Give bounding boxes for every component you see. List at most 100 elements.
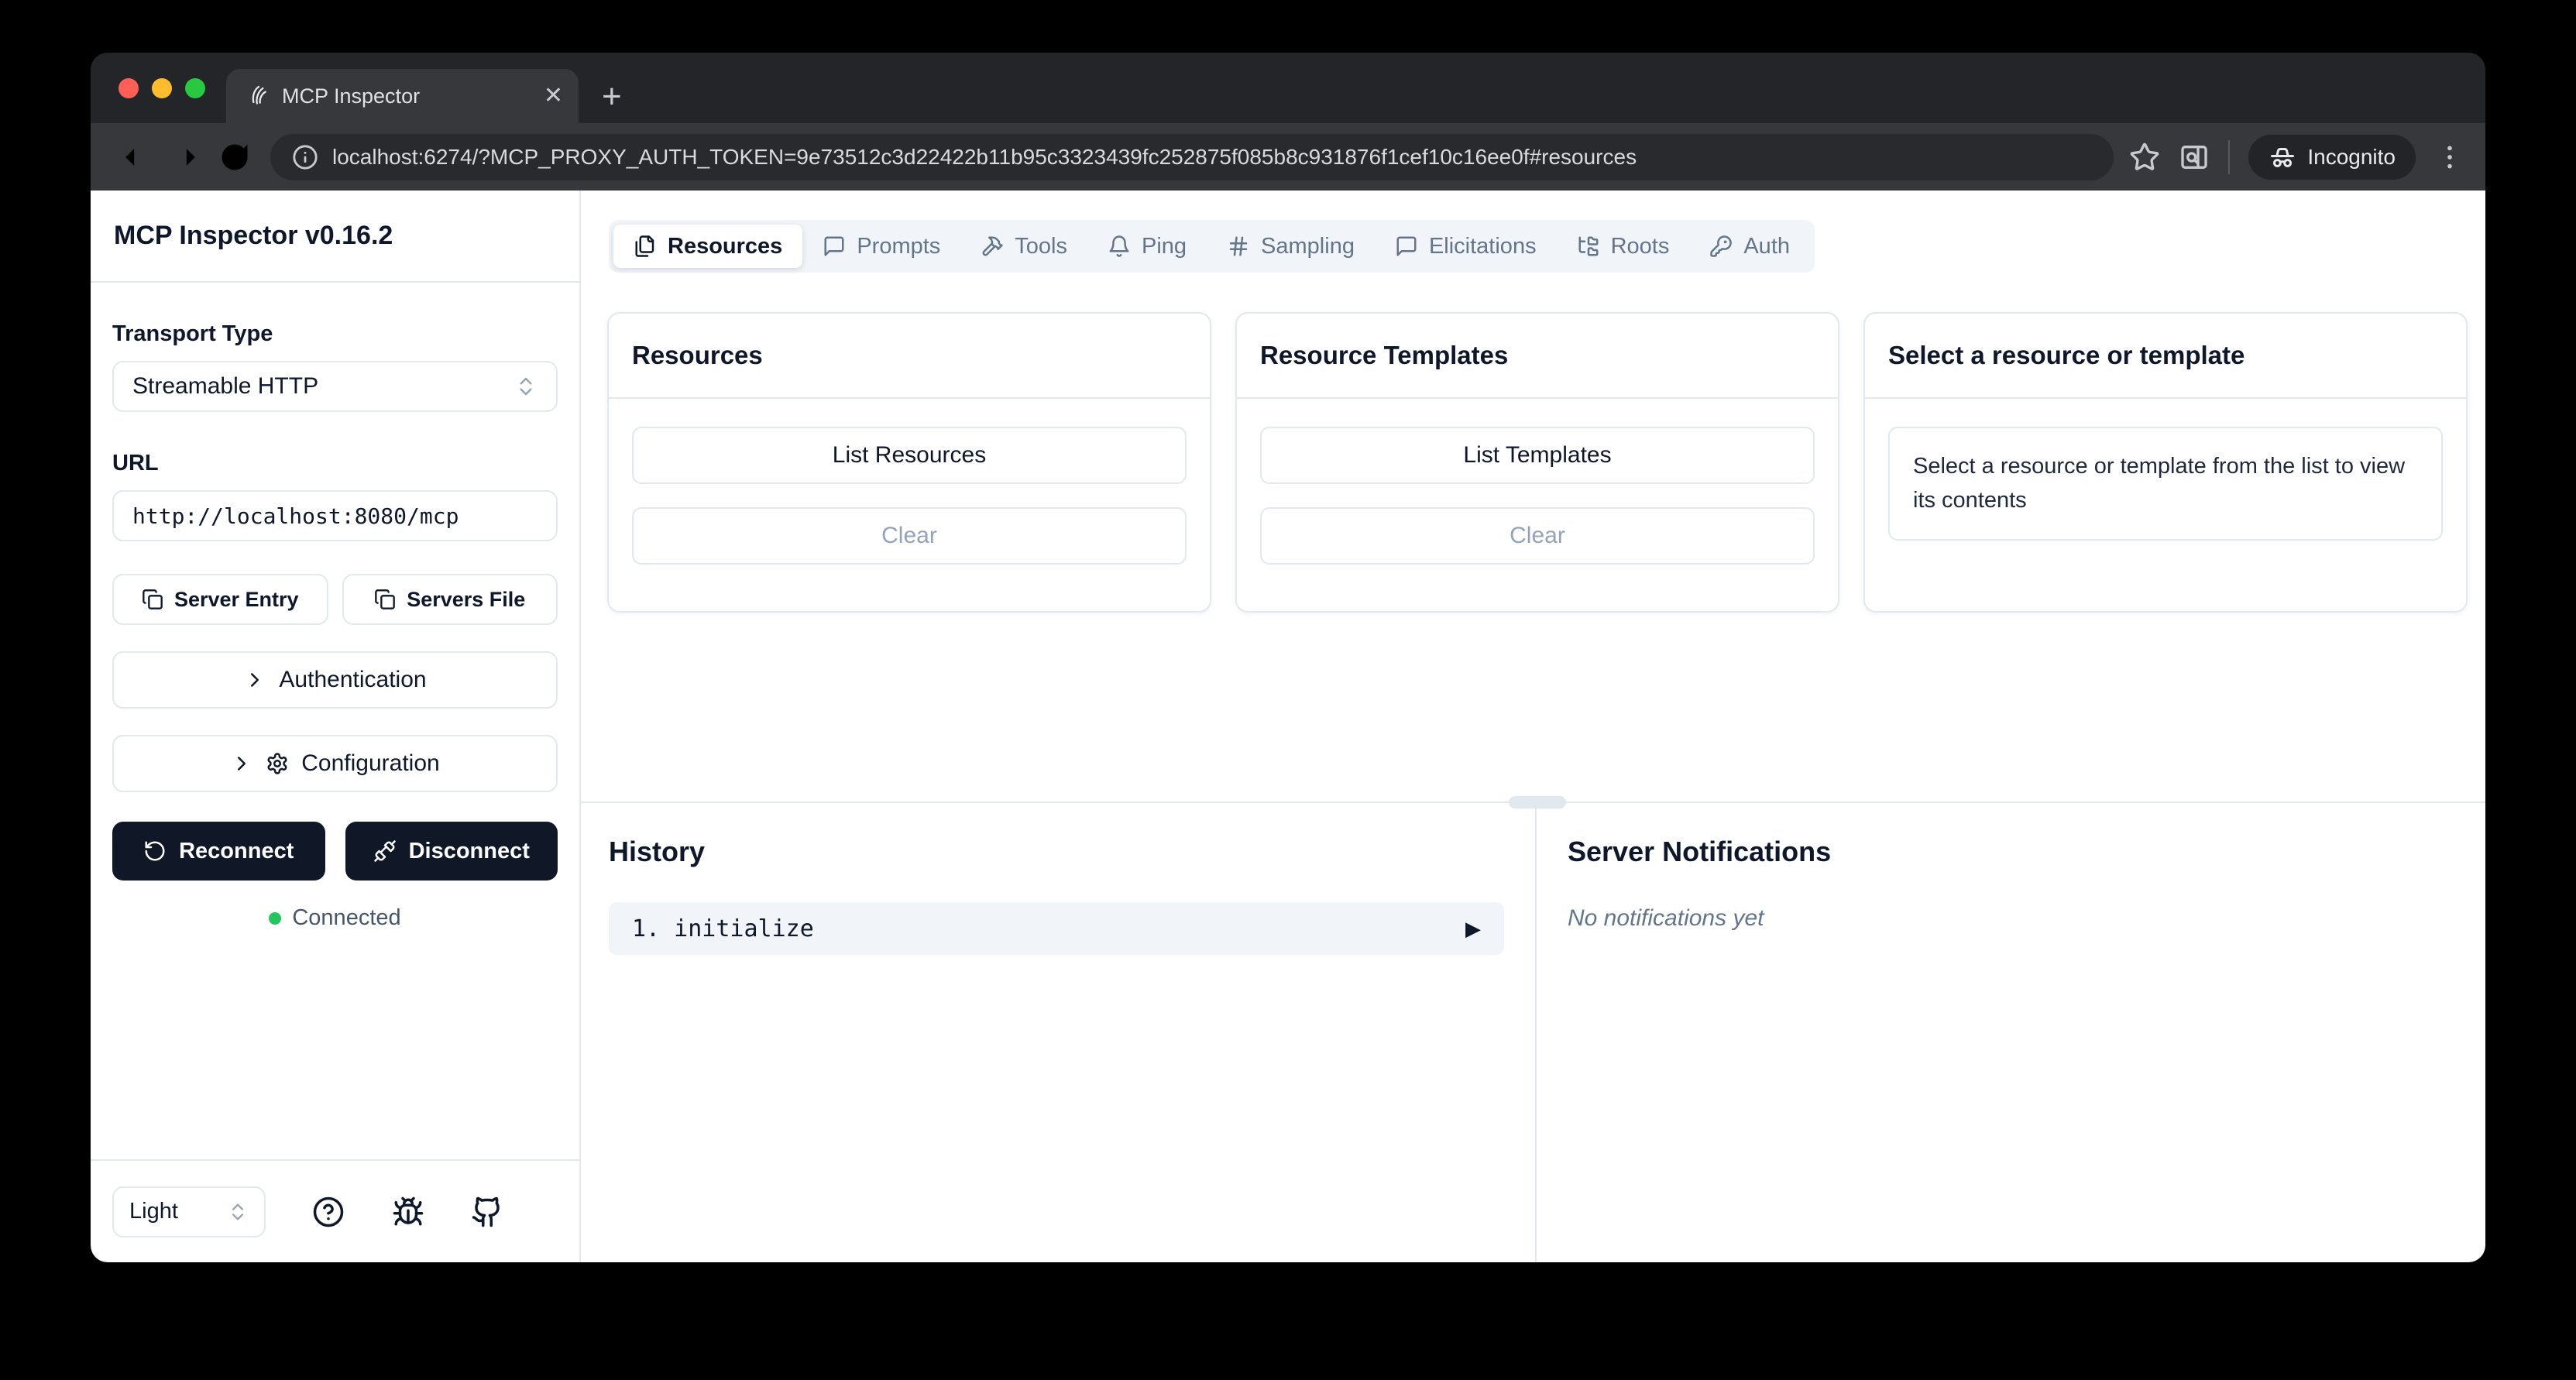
- window-controls: [118, 78, 205, 98]
- servers-file-label: Servers File: [407, 587, 526, 611]
- url-text: localhost:6274/?MCP_PROXY_AUTH_TOKEN=9e7…: [332, 144, 1637, 169]
- tab-sampling[interactable]: Sampling: [1207, 225, 1375, 268]
- help-icon[interactable]: [312, 1196, 345, 1228]
- resource-detail-placeholder: Select a resource or template from the l…: [1888, 427, 2443, 541]
- configuration-label: Configuration: [301, 750, 440, 776]
- mcp-favicon-icon: [252, 85, 266, 105]
- gear-icon: [267, 753, 287, 774]
- server-entry-button[interactable]: Server Entry: [112, 574, 328, 625]
- connection-buttons-row: Reconnect Disconnect: [112, 822, 558, 881]
- tab-auth[interactable]: Auth: [1689, 225, 1810, 268]
- site-info-icon[interactable]: [292, 144, 318, 170]
- history-title: History: [609, 836, 706, 867]
- transport-type-value: Streamable HTTP: [132, 373, 319, 399]
- tab-label: Resources: [668, 233, 783, 259]
- resource-detail-panel: Select a resource or template Select a r…: [1863, 312, 2468, 613]
- server-notifications-pane: Server Notifications No notifications ye…: [1537, 803, 2485, 1262]
- tab-label: Tools: [1015, 233, 1067, 259]
- chevron-right-icon: [238, 757, 246, 771]
- history-pane: History 1. initialize ▶: [581, 803, 1537, 1262]
- browser-tab[interactable]: MCP Inspector ✕: [226, 69, 579, 123]
- resource-templates-panel-title: Resource Templates: [1237, 314, 1838, 399]
- close-window-button[interactable]: [118, 78, 139, 98]
- history-item-text: 1. initialize: [632, 915, 814, 942]
- rotate-ccw-icon: [145, 841, 165, 861]
- tab-ping[interactable]: Ping: [1087, 225, 1207, 268]
- resources-panel: Resources List Resources Clear: [607, 312, 1211, 613]
- hammer-icon: [982, 236, 1004, 256]
- disconnect-button[interactable]: Disconnect: [345, 822, 558, 881]
- tab-label: Auth: [1743, 233, 1791, 259]
- reconnect-button[interactable]: Reconnect: [112, 822, 325, 881]
- expand-arrow-icon[interactable]: ▶: [1465, 917, 1481, 941]
- browser-toolbar: localhost:6274/?MCP_PROXY_AUTH_TOKEN=9e7…: [91, 123, 2485, 191]
- side-panel-search-icon[interactable]: [2179, 142, 2210, 173]
- reload-icon[interactable]: [218, 140, 252, 174]
- theme-value: Light: [129, 1199, 178, 1224]
- server-url-input[interactable]: http://localhost:8080/mcp: [112, 490, 558, 541]
- resource-templates-panel: Resource Templates List Templates Clear: [1235, 312, 1839, 613]
- resource-detail-panel-title: Select a resource or template: [1865, 314, 2466, 399]
- tab-tools[interactable]: Tools: [960, 225, 1087, 268]
- url-bar[interactable]: localhost:6274/?MCP_PROXY_AUTH_TOKEN=9e7…: [270, 133, 2114, 180]
- resource-templates-panel-body: List Templates Clear: [1237, 399, 1838, 592]
- chevrons-up-down-icon: [520, 377, 532, 396]
- tab-label: Ping: [1142, 233, 1187, 259]
- tab-title: MCP Inspector: [282, 84, 421, 108]
- bug-icon[interactable]: [392, 1196, 424, 1228]
- configuration-expander[interactable]: Configuration: [112, 735, 558, 792]
- app-title: MCP Inspector v0.16.2: [114, 221, 393, 250]
- clear-templates-button[interactable]: Clear: [1260, 507, 1815, 565]
- copy-icon: [375, 589, 396, 609]
- resource-detail-panel-body: Select a resource or template from the l…: [1865, 399, 2466, 568]
- key-icon: [1710, 235, 1733, 257]
- minimize-window-button[interactable]: [152, 78, 172, 98]
- zoom-window-button[interactable]: [185, 78, 205, 98]
- url-label: URL: [112, 451, 159, 475]
- resources-panel-body: List Resources Clear: [609, 399, 1210, 592]
- theme-select[interactable]: Light: [112, 1186, 266, 1238]
- toolbar-divider: [2228, 139, 2231, 174]
- bottom-split: History 1. initialize ▶ Server Notificat…: [581, 796, 2485, 1262]
- incognito-label: Incognito: [2307, 144, 2396, 169]
- resources-panel-title: Resources: [609, 314, 1210, 399]
- new-tab-button[interactable]: +: [602, 80, 622, 114]
- panels-row: Resources List Resources Clear Resource …: [607, 312, 2468, 613]
- sidebar: MCP Inspector v0.16.2 Transport Type Str…: [91, 191, 581, 1262]
- tab-label: Roots: [1610, 233, 1670, 259]
- back-icon[interactable]: [118, 140, 153, 174]
- browser-menu-icon[interactable]: [2434, 142, 2465, 173]
- tab-label: Elicitations: [1428, 233, 1537, 259]
- toolbar-right: Incognito: [2129, 134, 2465, 180]
- splitter-drag-handle[interactable]: [1509, 796, 1566, 808]
- app-tabbar: Resources Prompts Tools Ping Sampling El…: [609, 220, 1815, 273]
- tab-roots[interactable]: Roots: [1557, 225, 1690, 268]
- forward-icon[interactable]: [168, 140, 202, 174]
- bookmark-star-icon[interactable]: [2129, 142, 2160, 173]
- sidebar-body: Transport Type Streamable HTTP URL http:…: [91, 283, 579, 1159]
- list-resources-button[interactable]: List Resources: [632, 427, 1187, 484]
- github-icon[interactable]: [471, 1196, 503, 1228]
- bell-icon: [1109, 235, 1129, 257]
- transport-type-select[interactable]: Streamable HTTP: [112, 361, 558, 412]
- entry-buttons-row: Server Entry Servers File: [112, 574, 558, 625]
- list-templates-button[interactable]: List Templates: [1260, 427, 1815, 484]
- tab-resources[interactable]: Resources: [613, 225, 803, 268]
- clear-resources-button[interactable]: Clear: [632, 507, 1187, 565]
- chevron-right-icon: [251, 673, 259, 687]
- tab-elicitations[interactable]: Elicitations: [1375, 225, 1557, 268]
- tab-prompts[interactable]: Prompts: [802, 225, 960, 268]
- message-square-icon: [824, 236, 844, 256]
- servers-file-button[interactable]: Servers File: [342, 574, 558, 625]
- history-item[interactable]: 1. initialize ▶: [609, 902, 1504, 955]
- main-content: Resources Prompts Tools Ping Sampling El…: [581, 191, 2485, 1262]
- tab-label: Prompts: [857, 233, 941, 259]
- tab-label: Sampling: [1261, 233, 1355, 259]
- server-notifications-title: Server Notifications: [1568, 836, 1832, 867]
- incognito-badge: Incognito: [2248, 134, 2416, 180]
- status-label: Connected: [292, 905, 401, 930]
- browser-tab-strip: MCP Inspector ✕ +: [91, 53, 2485, 123]
- authentication-expander[interactable]: Authentication: [112, 651, 558, 709]
- unplug-icon: [373, 840, 396, 862]
- tab-close-icon[interactable]: ✕: [544, 84, 563, 108]
